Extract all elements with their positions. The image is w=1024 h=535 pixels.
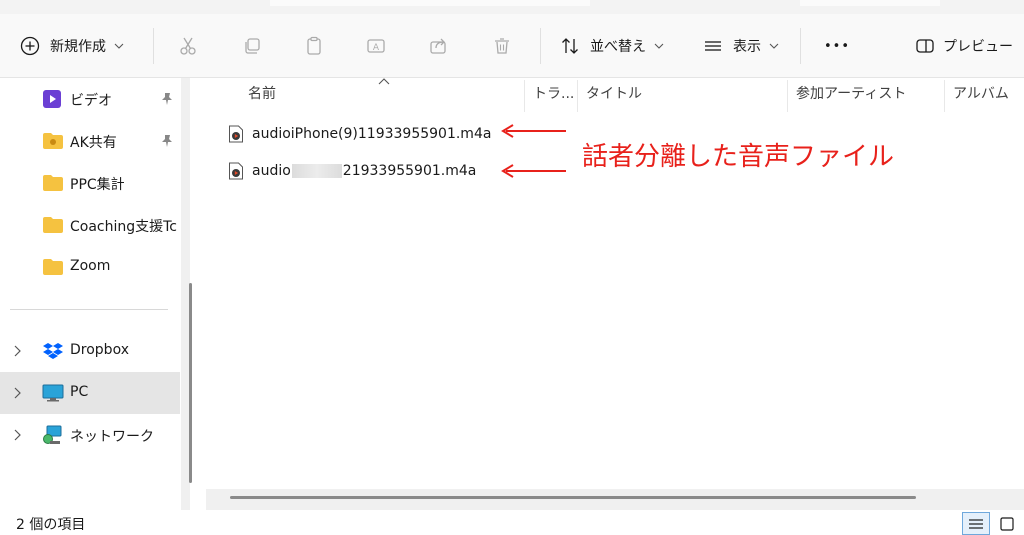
sidebar-item-label: Zoom [70,258,111,274]
sidebar-item-dropbox[interactable]: Dropbox [0,330,180,372]
sidebar-item-label: ネットワーク [70,429,154,445]
sort-label: 並べ替え [590,39,646,55]
search-bar-edge [800,0,940,6]
column-header-track[interactable]: トラ... [533,83,574,103]
chevron-right-icon[interactable] [14,387,22,399]
dropbox-icon [43,343,63,359]
delete-button[interactable] [492,14,512,78]
file-name-end: 21933955901.m4a [342,163,477,179]
column-divider[interactable] [524,80,525,112]
scissors-icon [180,37,196,55]
sidebar-item-label: PPC集計 [70,177,125,193]
column-header-name[interactable]: 名前 [248,83,276,103]
sidebar-divider [10,309,168,310]
network-icon [43,425,62,444]
rename-icon: A [367,39,385,53]
column-header-album[interactable]: アルバム [953,83,1009,103]
sidebar-item-pc[interactable]: PC [0,372,180,414]
file-row[interactable]: audio 21933955901.m4a [228,158,476,184]
item-count: 2 個の項目 [16,517,86,533]
chevron-down-icon [114,43,124,49]
sidebar-item-ppc[interactable]: PPC集計 [0,162,180,204]
trash-icon [495,38,509,54]
large-icons-view-button[interactable] [993,512,1021,535]
sidebar-item-coaching[interactable]: Coaching支援Tc [0,204,180,246]
sort-arrows-icon [562,38,578,54]
sidebar-item-videos[interactable]: ビデオ [0,78,180,120]
sidebar-item-label: Dropbox [70,342,129,358]
details-view-button[interactable] [962,512,990,535]
preview-pane-icon [916,39,934,53]
chevron-right-icon[interactable] [14,429,22,441]
column-divider[interactable] [787,80,788,112]
folder-icon [43,217,63,233]
file-name-start: audio [252,163,291,179]
file-name: audioiPhone(9)11933955901.m4a [252,126,492,142]
share-icon [430,38,446,54]
sidebar-item-zoom[interactable]: Zoom [0,246,180,288]
list-view-icon [705,41,721,51]
preview-button[interactable]: プレビュー [915,14,1013,78]
large-icons-view-icon [1000,516,1014,531]
sort-button[interactable]: 並べ替え [560,14,664,78]
column-header-title[interactable]: タイトル [586,83,642,103]
sidebar-item-label: PC [70,384,89,400]
preview-label: プレビュー [943,39,1013,55]
more-options-icon: ••• [824,38,851,54]
title-bar-strip [0,0,1024,14]
horizontal-scrollbar[interactable] [206,489,1024,510]
chevron-down-icon [654,43,664,49]
audio-file-icon [229,162,243,180]
monitor-icon [42,384,64,402]
toolbar-divider [153,28,154,64]
file-row[interactable]: audioiPhone(9)11933955901.m4a [228,121,491,147]
redacted-text [291,164,342,178]
view-button[interactable]: 表示 [703,14,779,78]
annotation-arrow [501,124,566,138]
column-divider[interactable] [944,80,945,112]
video-folder-icon [43,90,61,108]
copy-button[interactable] [242,14,262,78]
view-label: 表示 [733,39,761,55]
clipboard-icon [307,36,321,55]
paste-button[interactable] [304,14,324,78]
rename-button[interactable]: A [366,14,386,78]
annotation-arrow [501,164,566,178]
copy-icon [245,38,260,54]
chevron-right-icon[interactable] [14,345,22,357]
share-button[interactable] [428,14,448,78]
sidebar-scrollbar-thumb[interactable] [189,283,192,483]
toolbar-divider [800,28,801,64]
toolbar-divider [540,28,541,64]
more-options-button[interactable]: ••• [824,14,850,78]
column-divider[interactable] [577,80,578,112]
file-list-pane: 名前 トラ... タイトル 参加アーティスト アルバム audioiPhone(… [206,78,1024,510]
file-name: audio 21933955901.m4a [252,163,476,179]
new-label: 新規作成 [50,39,106,55]
horizontal-scrollbar-thumb[interactable] [230,496,916,499]
svg-text:A: A [373,43,380,53]
command-bar: 新規作成 A 並べ替え 表示 ••• プレビュー [0,14,1024,78]
new-button[interactable]: 新規作成 [20,14,124,78]
plus-circle-icon [20,36,40,56]
folder-icon [43,175,63,191]
pin-icon[interactable] [160,134,174,148]
column-header-artist[interactable]: 参加アーティスト [796,83,906,103]
sort-ascending-icon [378,78,390,85]
folder-icon [43,259,63,275]
annotation-label: 話者分離した音声ファイル [582,142,895,172]
chevron-down-icon [769,43,779,49]
navigation-pane: ビデオ AK共有 PPC集計 Coaching支援Tc Zoom Dropbox… [0,78,190,510]
status-bar: 2 個の項目 [0,510,1024,535]
pin-icon[interactable] [160,92,174,106]
shared-folder-icon [43,133,63,149]
sidebar-item-label: Coaching支援Tc [70,219,178,235]
sidebar-item-ak-shared[interactable]: AK共有 [0,120,180,162]
address-bar-edge [270,0,590,6]
sidebar-item-network[interactable]: ネットワーク [0,414,180,456]
audio-file-icon [229,125,243,143]
details-view-icon [969,518,983,529]
cut-button[interactable] [178,14,198,78]
